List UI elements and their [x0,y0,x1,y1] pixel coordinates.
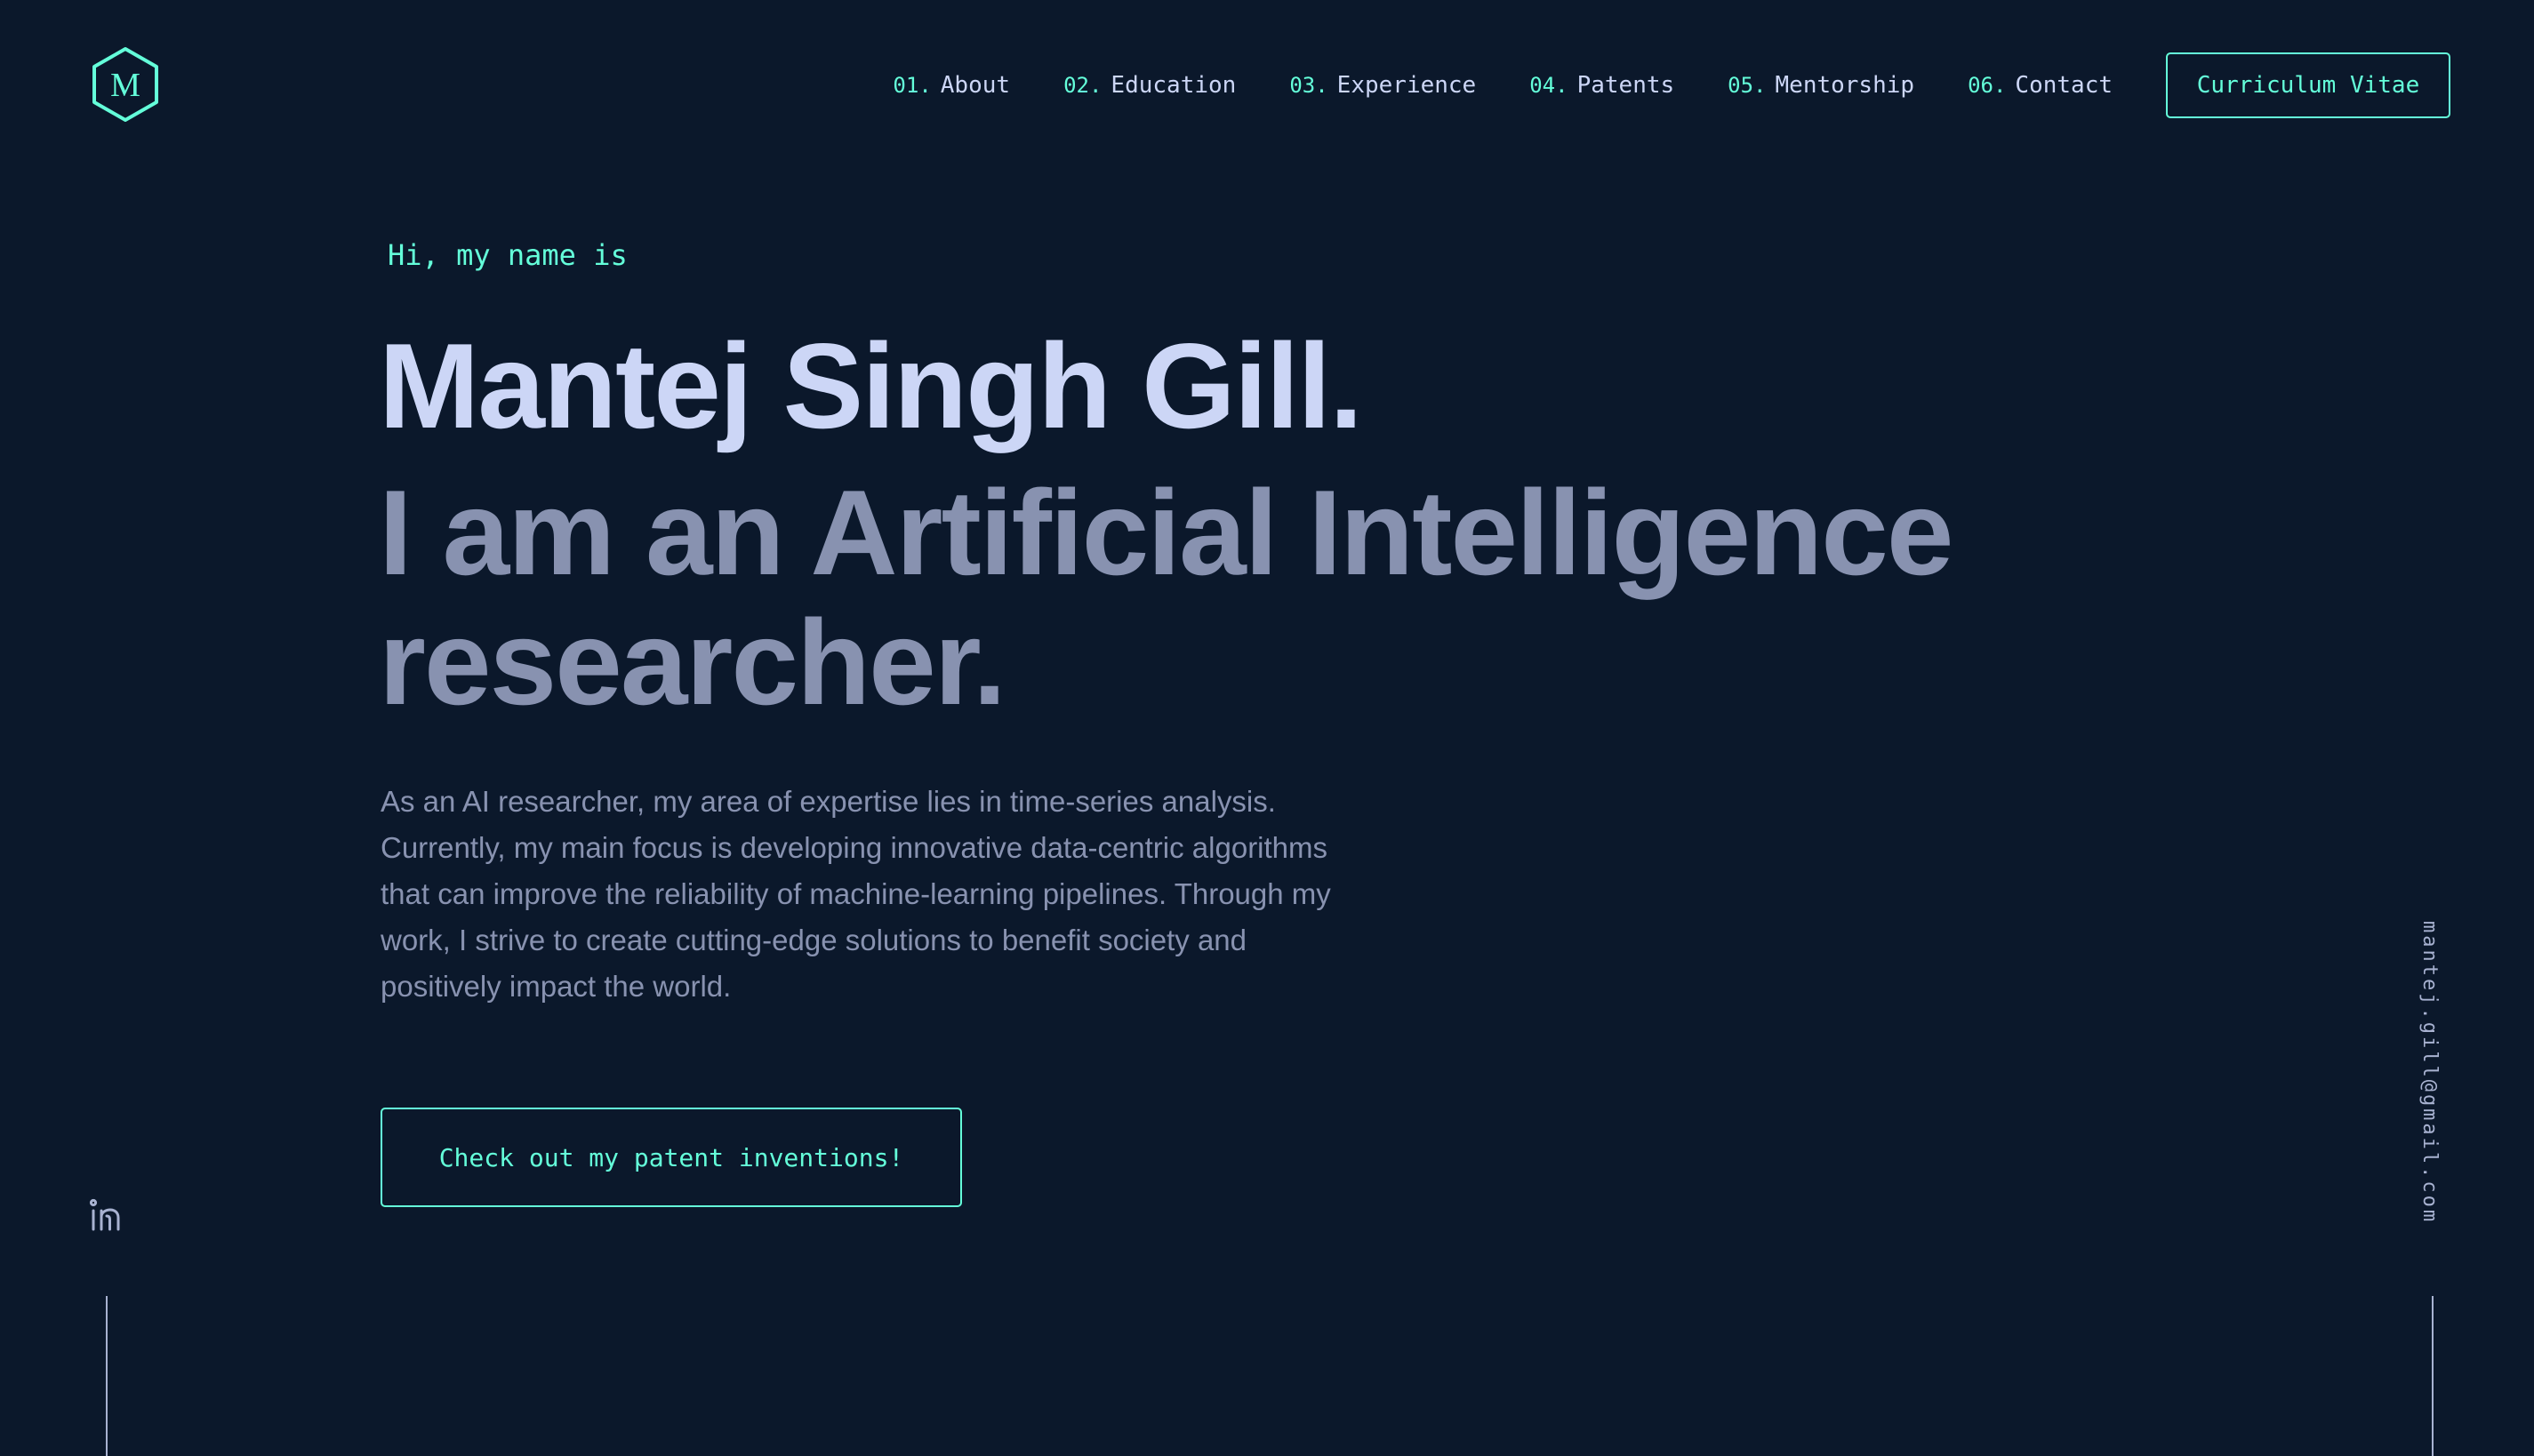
nav-item-experience[interactable]: 03. Experience [1289,72,1476,99]
nav-item-education[interactable]: 02. Education [1063,72,1236,99]
patent-inventions-button[interactable]: Check out my patent inventions! [381,1108,962,1207]
nav-item-contact[interactable]: 06. Contact [1968,72,2113,99]
nav-number: 01. [893,73,932,98]
nav-label: Mentorship [1775,72,1915,99]
linkedin-icon[interactable] [88,1198,124,1234]
nav-label: About [940,72,1011,99]
nav-number: 06. [1968,73,2007,98]
left-rail-line [106,1296,108,1456]
hero-name: Mantej Singh Gill. [379,318,1363,453]
hero-greeting: Hi, my name is [388,238,628,272]
main-nav: 01. About 02. Education 03. Experience 0… [893,50,2450,121]
right-rail-line [2432,1296,2434,1456]
hero-tagline: I am an Artificial Intelligence research… [379,465,1953,730]
nav-item-mentorship[interactable]: 05. Mentorship [1728,72,1914,99]
nav-label: Contact [2015,72,2113,99]
nav-number: 03. [1289,73,1328,98]
nav-number: 04. [1529,73,1568,98]
nav-number: 02. [1063,73,1103,98]
curriculum-vitae-button[interactable]: Curriculum Vitae [2166,52,2450,118]
nav-label: Patents [1576,72,1675,99]
email-link[interactable]: mantej.gill@gmail.com [2418,921,2441,1224]
logo-hexagon[interactable]: M [91,46,160,123]
hero-bio: As an AI researcher, my area of expertis… [381,785,1331,1003]
hexagon-logo-icon: M [92,47,158,122]
nav-label: Education [1111,72,1237,99]
nav-number: 05. [1728,73,1767,98]
logo-letter: M [110,67,140,104]
nav-item-about[interactable]: 01. About [893,72,1010,99]
nav-label: Experience [1336,72,1477,99]
nav-item-patents[interactable]: 04. Patents [1529,72,1674,99]
